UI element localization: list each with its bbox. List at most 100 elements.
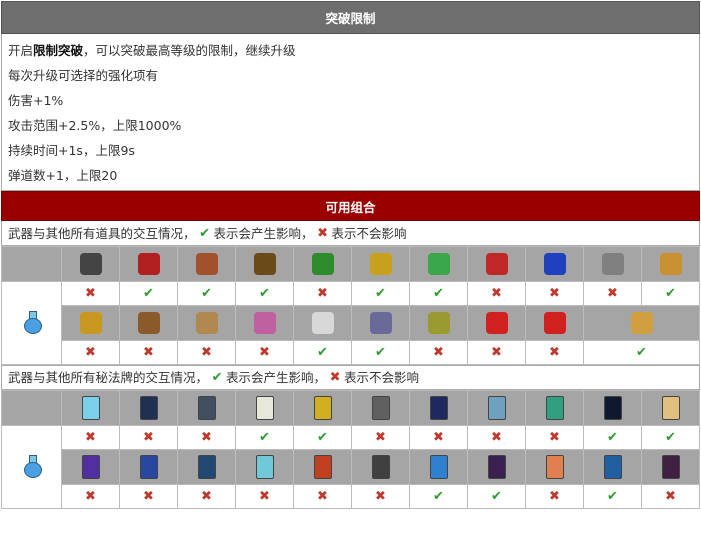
ring-silver-icon[interactable] — [369, 312, 392, 334]
spellbook-red-icon[interactable] — [137, 253, 160, 275]
check-icon: ✔ — [375, 345, 386, 360]
desc-line-6: 弹道数+1，上限20 — [8, 168, 118, 183]
mark-cell: ✔ — [351, 340, 410, 365]
cross-icon: ✖ — [143, 489, 154, 504]
card-ring-icon[interactable] — [197, 455, 216, 479]
weapon-cell — [1, 425, 62, 509]
desc-line-4: 攻击范围+2.5%，上限1000% — [8, 118, 182, 133]
cross-icon: ✖ — [143, 430, 154, 445]
cross-icon: ✖ — [259, 489, 270, 504]
gear-icon[interactable] — [601, 253, 624, 275]
icon-cell — [293, 390, 352, 426]
card-warp-icon[interactable] — [603, 396, 622, 420]
icon-cell — [583, 390, 642, 426]
clover-icon[interactable] — [311, 253, 334, 275]
helmet-icon[interactable] — [195, 312, 218, 334]
card-rune-icon[interactable] — [313, 455, 332, 479]
mark-cell: ✖ — [293, 484, 352, 509]
card-lightning-icon[interactable] — [603, 455, 622, 479]
armor-gold-icon[interactable] — [79, 312, 102, 334]
card-portal-icon[interactable] — [139, 396, 158, 420]
crown-icon[interactable] — [369, 253, 392, 275]
tome-icon[interactable] — [137, 312, 160, 334]
cross-icon: ✖ — [85, 489, 96, 504]
mark-cell: ✖ — [235, 340, 294, 365]
card-frame-icon[interactable] — [255, 455, 274, 479]
candelabra-icon[interactable] — [253, 253, 276, 275]
mark-cell: ✔ — [177, 281, 236, 306]
mark-cell: ✖ — [467, 425, 526, 450]
check-icon: ✔ — [201, 286, 212, 301]
card-skull-icon[interactable] — [197, 396, 216, 420]
mark-cell: ✖ — [525, 340, 584, 365]
card-glow-icon[interactable] — [545, 455, 564, 479]
cross-icon: ✖ — [85, 286, 96, 301]
card-vortex-icon[interactable] — [429, 396, 448, 420]
card-demon-icon[interactable] — [661, 455, 680, 479]
icon-cell — [61, 305, 120, 341]
card-sun-icon[interactable] — [313, 396, 332, 420]
items-mark-row-2: ✖ ✖ ✖ ✖ ✔ ✔ ✖ ✖ ✖ ✔ — [2, 340, 700, 365]
flask-icon — [23, 310, 42, 334]
limit-break-keyword: 限制突破 — [33, 43, 84, 58]
scroll-gold-icon[interactable] — [630, 312, 653, 334]
ring-green-icon[interactable] — [427, 312, 450, 334]
mark-cell: ✖ — [177, 484, 236, 509]
cross-icon: ✖ — [491, 286, 502, 301]
card-candle-icon[interactable] — [255, 396, 274, 420]
cross-icon: ✖ — [549, 345, 560, 360]
heart-red-icon[interactable] — [485, 253, 508, 275]
card-ice-icon[interactable] — [81, 396, 100, 420]
gauntlet-icon[interactable] — [195, 253, 218, 275]
card-gold-icon[interactable] — [661, 396, 680, 420]
mark-cell: ✔ — [583, 425, 642, 450]
cross-icon: ✖ — [201, 430, 212, 445]
mark-cell: ✔ — [409, 281, 468, 306]
icon-cell — [409, 390, 468, 426]
heart-black-icon[interactable] — [79, 253, 102, 275]
icon-cell — [351, 390, 410, 426]
card-figure-icon[interactable] — [487, 455, 506, 479]
ring-gold-icon[interactable] — [659, 253, 682, 275]
card-burst-icon[interactable] — [371, 396, 390, 420]
skull-icon[interactable] — [253, 312, 276, 334]
check-icon: ✔ — [317, 345, 328, 360]
mark-cell: ✖ — [177, 425, 236, 450]
check-icon: ✔ — [636, 345, 647, 360]
mark-cell: ✔ — [583, 484, 642, 509]
card-comet-icon[interactable] — [429, 455, 448, 479]
check-icon: ✔ — [433, 489, 444, 504]
icon-cell — [177, 305, 236, 341]
mark-cell: ✖ — [409, 425, 468, 450]
card-face-icon[interactable] — [139, 455, 158, 479]
icon-cell — [409, 246, 468, 282]
orb-blue-icon[interactable] — [543, 253, 566, 275]
mark-cell: ✔ — [467, 484, 526, 509]
icon-cell — [583, 449, 642, 485]
card-stairs-icon[interactable] — [487, 396, 506, 420]
card-tree-icon[interactable] — [545, 396, 564, 420]
section-title: 突破限制 — [1, 1, 700, 34]
cross-icon: ✖ — [433, 430, 444, 445]
description-box: 开启限制突破，可以突破最高等级的限制，继续升级 每次升级可选择的强化项有 伤害+… — [1, 34, 700, 191]
mark-cell: ✖ — [525, 484, 584, 509]
feather-icon[interactable] — [427, 253, 450, 275]
check-icon: ✔ — [433, 286, 444, 301]
check-icon: ✔ — [259, 430, 270, 445]
items-icon-row-1 — [1, 246, 700, 282]
arrow-red-icon[interactable] — [485, 312, 508, 334]
desc-line-3: 伤害+1% — [8, 93, 64, 108]
cross-icon: ✖ — [85, 430, 96, 445]
icon-cell — [235, 390, 294, 426]
wings-icon[interactable] — [311, 312, 334, 334]
mark-cell: ✖ — [119, 425, 178, 450]
arrow-red2-icon[interactable] — [543, 312, 566, 334]
icon-cell — [293, 305, 352, 341]
icon-cell — [467, 449, 526, 485]
icon-cell — [61, 246, 120, 282]
cross-icon: ✖ — [201, 489, 212, 504]
mark-cell: ✖ — [177, 340, 236, 365]
card-snake-icon[interactable] — [371, 455, 390, 479]
card-wave-icon[interactable] — [81, 455, 100, 479]
cross-icon: ✖ — [375, 430, 386, 445]
